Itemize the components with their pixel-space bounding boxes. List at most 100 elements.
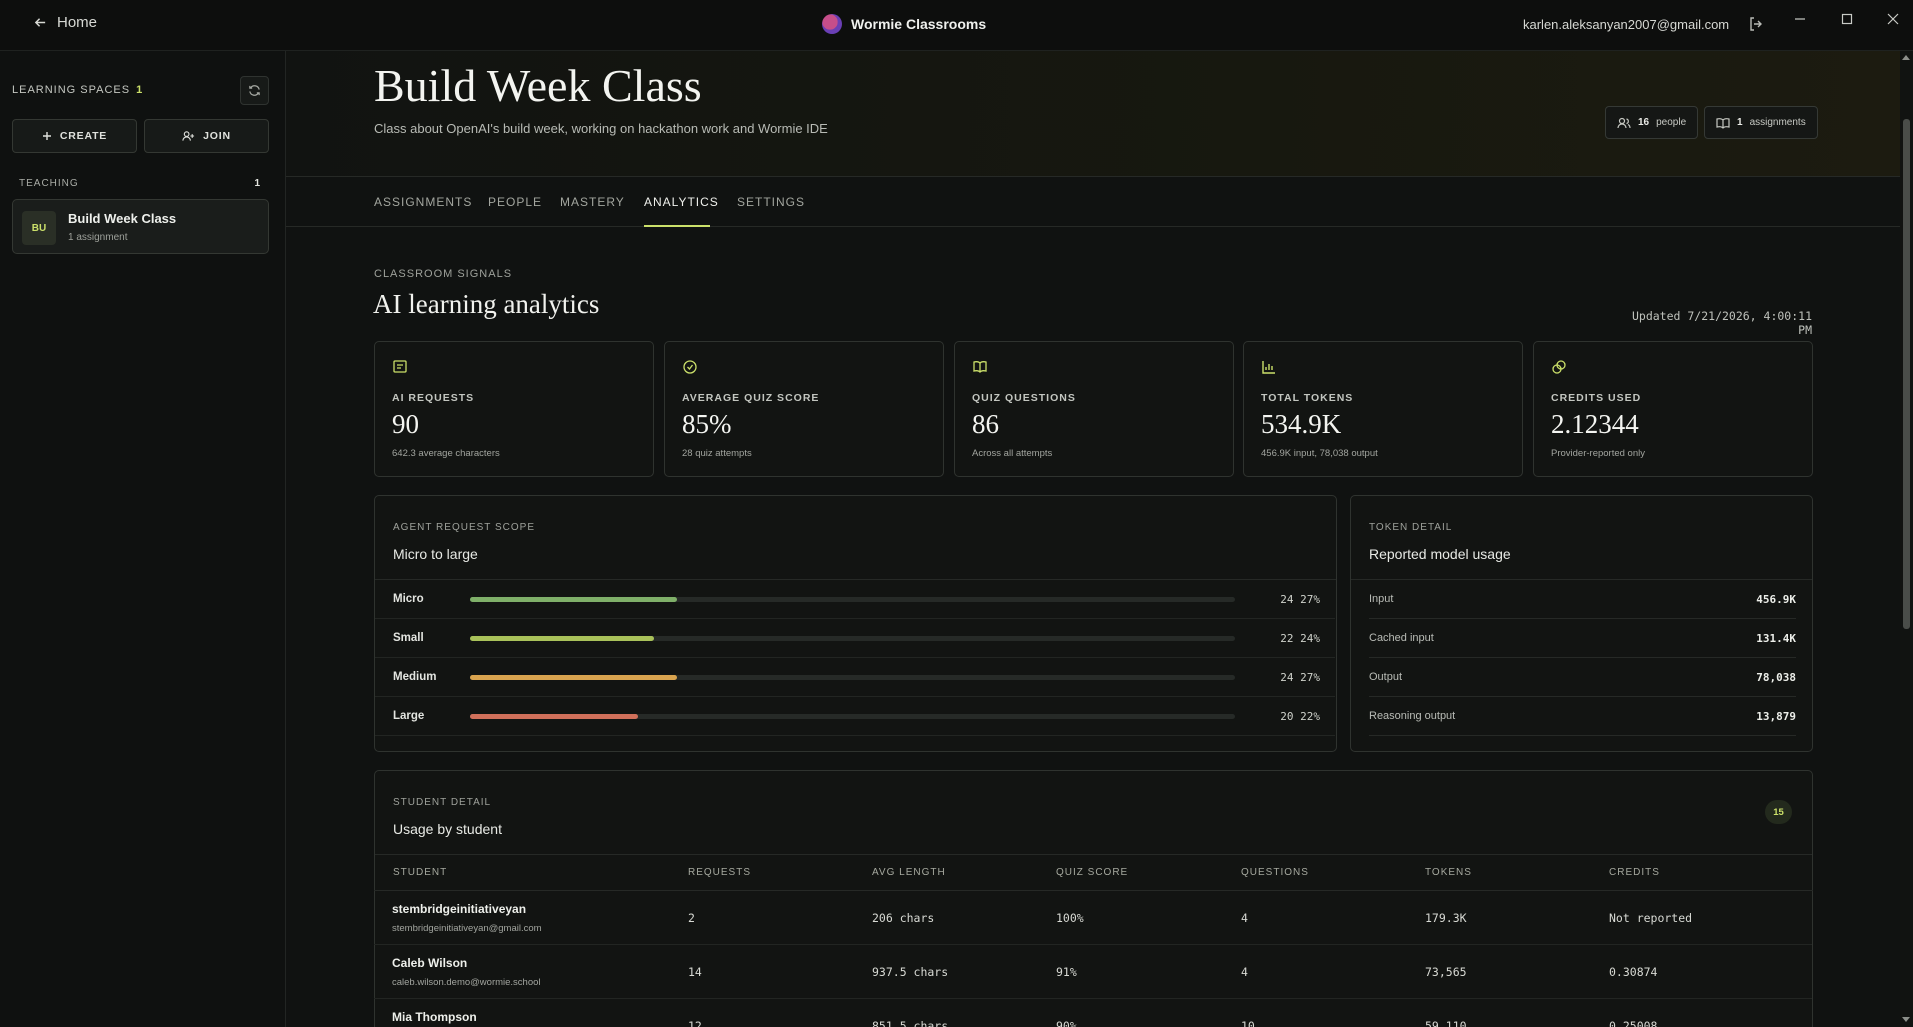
column-header-tokens[interactable]: TOKENS [1425, 867, 1472, 878]
user-email: karlen.aleksanyan2007@gmail.com [1523, 17, 1730, 32]
people-chip[interactable]: 16 people [1605, 106, 1699, 139]
brand: Wormie Classrooms [822, 14, 986, 34]
stat-label: CREDITS USED [1551, 392, 1642, 404]
token-value: 13,879 [1756, 710, 1796, 723]
cell-avg-length: 851.5 chars [872, 1019, 949, 1027]
sidebar-class-item[interactable]: BU Build Week Class 1 assignment [12, 199, 269, 254]
tab-settings[interactable]: SETTINGS [737, 195, 805, 209]
stat-value: 2.12344 [1551, 409, 1639, 439]
stat-value: 85% [682, 409, 732, 439]
stat-sub: 642.3 average characters [392, 448, 500, 459]
plus-icon [42, 132, 51, 140]
student-name: Caleb Wilson [392, 956, 468, 970]
token-row-output: Output 78,038 [1369, 658, 1796, 697]
cell-requests: 12 [688, 1019, 702, 1027]
table-row[interactable]: Mia Thompson 12 851.5 chars 90% 10 59,11… [374, 999, 1812, 1027]
people-label: people [1656, 117, 1687, 128]
column-header-requests[interactable]: REQUESTS [688, 867, 751, 878]
panel-title: Micro to large [393, 546, 478, 562]
scope-bar-track [470, 714, 1235, 719]
scope-bar-track [470, 597, 1235, 602]
scope-row-large: Large 20 22% [375, 697, 1335, 736]
cell-tokens: 73,565 [1425, 965, 1467, 979]
tab-people[interactable]: PEOPLE [488, 195, 542, 209]
section-eyebrow: CLASSROOM SIGNALS [374, 268, 513, 280]
scope-percent: 24% [1300, 632, 1320, 645]
wormie-logo-icon [822, 14, 842, 34]
table-row[interactable]: Caleb Wilson caleb.wilson.demo@wormie.sc… [374, 945, 1812, 999]
token-row-input: Input 456.9K [1369, 580, 1796, 619]
scope-bar-fill [470, 597, 677, 602]
scope-row-small: Small 22 24% [375, 619, 1335, 658]
student-count-badge: 15 [1765, 800, 1792, 824]
stat-label: AI REQUESTS [392, 392, 475, 404]
tab-assignments[interactable]: ASSIGNMENTS [374, 195, 472, 209]
scope-bar-track [470, 636, 1235, 641]
stat-sub: Provider-reported only [1551, 448, 1645, 459]
stat-card-average-quiz-score: AVERAGE QUIZ SCORE 85% 28 quiz attempts [664, 341, 944, 477]
join-button[interactable]: JOIN [144, 119, 269, 153]
users-icon [1617, 117, 1631, 128]
student-email: stembridgeinitiativeyan@gmail.com [392, 923, 542, 934]
cell-questions: 4 [1241, 965, 1248, 979]
class-description: Class about OpenAI's build week, working… [374, 121, 828, 136]
page-title: Build Week Class [374, 60, 702, 111]
scope-count-percent: 24 27% [1225, 671, 1320, 684]
student-name: stembridgeinitiativeyan [392, 902, 527, 916]
people-count: 16 [1638, 117, 1650, 128]
column-header-questions[interactable]: QUESTIONS [1241, 867, 1309, 878]
home-label: Home [57, 14, 98, 31]
token-key: Cached input [1369, 632, 1434, 644]
stat-sub: 28 quiz attempts [682, 448, 752, 459]
tab-analytics[interactable]: ANALYTICS [644, 195, 719, 209]
table-row[interactable]: stembridgeinitiativeyan stembridgeinitia… [374, 891, 1812, 945]
create-button[interactable]: CREATE [12, 119, 137, 153]
stat-value: 86 [972, 409, 999, 439]
cell-avg-length: 206 chars [872, 911, 935, 925]
stat-label: QUIZ QUESTIONS [972, 392, 1076, 404]
column-header-credits[interactable]: CREDITS [1609, 867, 1660, 878]
stat-sub: 456.9K input, 78,038 output [1261, 448, 1378, 459]
main-scrollbar[interactable] [1900, 51, 1913, 1027]
scope-percent: 27% [1300, 593, 1320, 606]
cell-requests: 14 [688, 965, 702, 979]
scroll-down-icon[interactable] [1902, 1017, 1910, 1022]
class-avatar: BU [22, 211, 56, 245]
scroll-up-icon[interactable] [1902, 55, 1910, 60]
close-icon[interactable] [1884, 10, 1902, 28]
minimize-icon[interactable] [1791, 10, 1809, 28]
token-key: Reasoning output [1369, 710, 1456, 722]
home-button[interactable]: Home [34, 14, 97, 31]
coins-icon [1552, 360, 1566, 374]
stat-sub: Across all attempts [972, 448, 1053, 459]
scrollbar-thumb[interactable] [1903, 119, 1910, 629]
scope-bar-fill [470, 714, 638, 719]
logout-icon[interactable] [1748, 16, 1764, 32]
token-row-reasoning-output: Reasoning output 13,879 [1369, 697, 1796, 736]
section-title: AI learning analytics [373, 289, 600, 319]
tab-mastery[interactable]: MASTERY [560, 195, 625, 209]
message-icon [393, 360, 407, 373]
maximize-icon[interactable] [1838, 10, 1856, 28]
assignments-chip[interactable]: 1 assignments [1704, 106, 1818, 139]
panel-eyebrow: STUDENT DETAIL [393, 797, 492, 808]
scope-row-medium: Medium 24 27% [375, 658, 1335, 697]
column-header-avg-length[interactable]: AVG LENGTH [872, 867, 946, 878]
class-subtitle: 1 assignment [68, 232, 128, 243]
scope-percent: 22% [1300, 710, 1320, 723]
teaching-section-header: TEACHING 1 [19, 178, 261, 189]
cell-credits: 0.30874 [1609, 965, 1658, 979]
student-email: caleb.wilson.demo@wormie.school [392, 977, 541, 988]
panel-eyebrow: AGENT REQUEST SCOPE [393, 522, 535, 533]
panel-title: Reported model usage [1369, 546, 1511, 562]
column-header-quiz-score[interactable]: QUIZ SCORE [1056, 867, 1128, 878]
refresh-button[interactable] [240, 76, 269, 105]
agent-request-scope-panel: AGENT REQUEST SCOPE Micro to large Micro… [374, 495, 1337, 752]
teaching-count: 1 [254, 178, 261, 189]
active-tab-indicator [644, 225, 710, 227]
panel-eyebrow: TOKEN DETAIL [1369, 522, 1453, 533]
cell-tokens: 179.3K [1425, 911, 1467, 925]
scope-label: Small [393, 632, 424, 644]
column-header-student[interactable]: STUDENT [393, 867, 447, 878]
cell-quiz-score: 100% [1056, 911, 1084, 925]
